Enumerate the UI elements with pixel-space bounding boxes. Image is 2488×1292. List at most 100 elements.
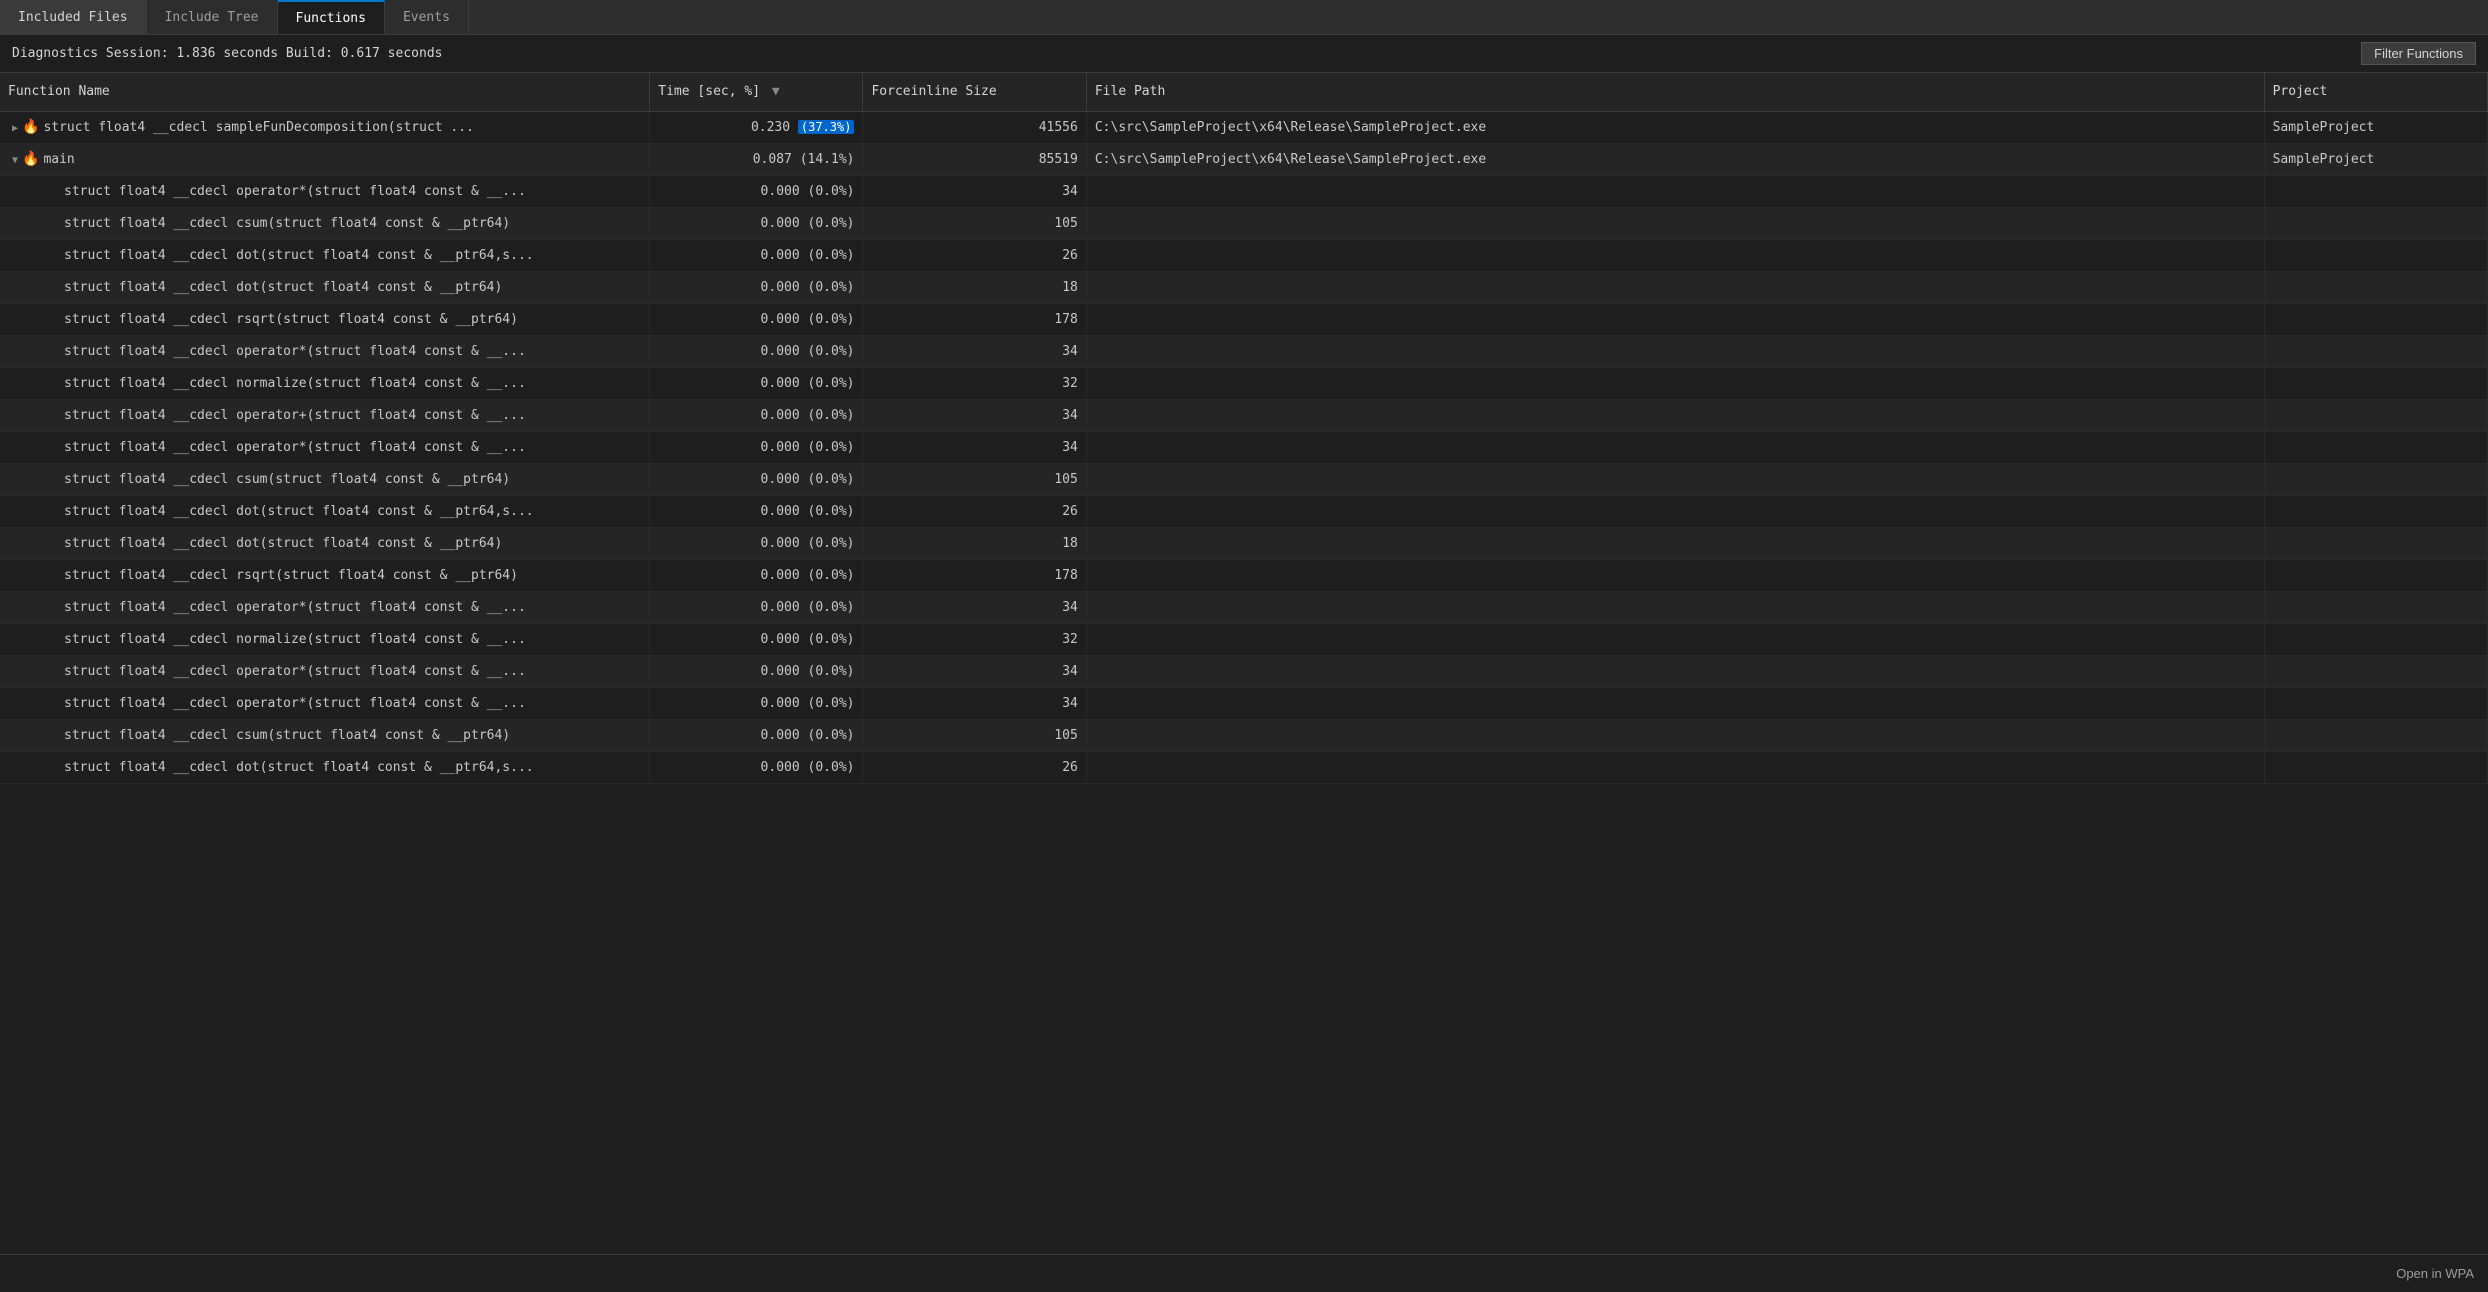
time-value: 0.000: [761, 600, 808, 615]
time-pct: (0.0%): [808, 536, 855, 551]
time-value: 0.000: [761, 216, 808, 231]
cell-name: struct float4 __cdecl rsqrt(struct float…: [0, 559, 650, 591]
table-row[interactable]: struct float4 __cdecl rsqrt(struct float…: [0, 303, 2488, 335]
cell-project: [2264, 591, 2487, 623]
cell-time: 0.000 (0.0%): [650, 495, 863, 527]
cell-project: [2264, 399, 2487, 431]
table-row[interactable]: struct float4 __cdecl operator*(struct f…: [0, 431, 2488, 463]
time-pct: (0.0%): [808, 728, 855, 743]
table-row[interactable]: struct float4 __cdecl csum(struct float4…: [0, 463, 2488, 495]
functions-table: Function Name Time [sec, %] ▼ Forceinlin…: [0, 73, 2488, 784]
function-name: struct float4 __cdecl csum(struct float4…: [64, 472, 510, 487]
time-value: 0.000: [761, 760, 808, 775]
col-header-time[interactable]: Time [sec, %] ▼: [650, 73, 863, 111]
table-header-row: Function Name Time [sec, %] ▼ Forceinlin…: [0, 73, 2488, 111]
cell-time: 0.000 (0.0%): [650, 559, 863, 591]
time-value: 0.000: [761, 408, 808, 423]
cell-name: struct float4 __cdecl dot(struct float4 …: [0, 271, 650, 303]
cell-name: struct float4 __cdecl csum(struct float4…: [0, 207, 650, 239]
cell-project: [2264, 239, 2487, 271]
cell-project: [2264, 175, 2487, 207]
sort-arrow-icon: ▼: [772, 84, 780, 99]
cell-time: 0.000 (0.0%): [650, 591, 863, 623]
function-name: struct float4 __cdecl dot(struct float4 …: [64, 248, 534, 263]
status-bar: Diagnostics Session: 1.836 seconds Build…: [0, 35, 2488, 73]
filter-functions-button[interactable]: Filter Functions: [2361, 42, 2476, 65]
time-value: 0.087: [753, 152, 800, 167]
table-row[interactable]: struct float4 __cdecl dot(struct float4 …: [0, 271, 2488, 303]
cell-time: 0.000 (0.0%): [650, 623, 863, 655]
time-pct: (0.0%): [808, 344, 855, 359]
expand-icon[interactable]: ▼: [8, 155, 22, 166]
expand-icon[interactable]: ▶: [8, 123, 22, 134]
table-row[interactable]: struct float4 __cdecl normalize(struct f…: [0, 367, 2488, 399]
time-value: 0.000: [761, 504, 808, 519]
cell-force: 178: [863, 559, 1086, 591]
cell-name: struct float4 __cdecl operator*(struct f…: [0, 335, 650, 367]
table-row[interactable]: struct float4 __cdecl operator*(struct f…: [0, 591, 2488, 623]
col-header-project: Project: [2264, 73, 2487, 111]
time-pct: (0.0%): [808, 696, 855, 711]
col-header-path: File Path: [1086, 73, 2264, 111]
time-value: 0.000: [761, 536, 808, 551]
cell-force: 105: [863, 463, 1086, 495]
cell-path: [1086, 463, 2264, 495]
cell-project: [2264, 271, 2487, 303]
cell-name: struct float4 __cdecl rsqrt(struct float…: [0, 303, 650, 335]
time-pct: (0.0%): [808, 216, 855, 231]
cell-project: [2264, 623, 2487, 655]
fire-icon: 🔥: [22, 119, 39, 135]
cell-force: 26: [863, 239, 1086, 271]
cell-name: struct float4 __cdecl normalize(struct f…: [0, 623, 650, 655]
tab-events[interactable]: Events: [385, 0, 469, 34]
table-row[interactable]: struct float4 __cdecl csum(struct float4…: [0, 207, 2488, 239]
function-name: struct float4 __cdecl rsqrt(struct float…: [64, 312, 518, 327]
table-row[interactable]: struct float4 __cdecl operator*(struct f…: [0, 335, 2488, 367]
cell-time: 0.000 (0.0%): [650, 335, 863, 367]
time-value: 0.000: [761, 696, 808, 711]
cell-project: [2264, 335, 2487, 367]
cell-force: 18: [863, 271, 1086, 303]
time-pct: (0.0%): [808, 184, 855, 199]
time-pct: (0.0%): [808, 248, 855, 263]
cell-project: [2264, 751, 2487, 783]
table-row[interactable]: struct float4 __cdecl rsqrt(struct float…: [0, 559, 2488, 591]
table-row[interactable]: struct float4 __cdecl operator*(struct f…: [0, 687, 2488, 719]
table-row[interactable]: ▼🔥main0.087 (14.1%)85519C:\src\SamplePro…: [0, 143, 2488, 175]
table-row[interactable]: struct float4 __cdecl dot(struct float4 …: [0, 751, 2488, 783]
cell-name: ▶🔥struct float4 __cdecl sampleFunDecompo…: [0, 111, 650, 143]
tab-include-tree[interactable]: Include Tree: [147, 0, 278, 34]
table-row[interactable]: struct float4 __cdecl operator+(struct f…: [0, 399, 2488, 431]
tab-included-files[interactable]: Included Files: [0, 0, 147, 34]
cell-force: 26: [863, 495, 1086, 527]
time-value: 0.000: [761, 344, 808, 359]
cell-path: [1086, 239, 2264, 271]
cell-name: struct float4 __cdecl dot(struct float4 …: [0, 239, 650, 271]
table-row[interactable]: struct float4 __cdecl dot(struct float4 …: [0, 495, 2488, 527]
table-row[interactable]: ▶🔥struct float4 __cdecl sampleFunDecompo…: [0, 111, 2488, 143]
cell-force: 34: [863, 655, 1086, 687]
cell-force: 32: [863, 623, 1086, 655]
cell-time: 0.000 (0.0%): [650, 687, 863, 719]
cell-path: [1086, 399, 2264, 431]
cell-project: [2264, 303, 2487, 335]
function-name: struct float4 __cdecl operator+(struct f…: [64, 408, 526, 423]
cell-name: struct float4 __cdecl operator*(struct f…: [0, 175, 650, 207]
open-wpa-button[interactable]: Open in WPA: [2396, 1266, 2474, 1281]
cell-name: struct float4 __cdecl csum(struct float4…: [0, 719, 650, 751]
table-row[interactable]: struct float4 __cdecl dot(struct float4 …: [0, 239, 2488, 271]
col-header-force: Forceinline Size: [863, 73, 1086, 111]
cell-time: 0.000 (0.0%): [650, 367, 863, 399]
cell-path: [1086, 687, 2264, 719]
time-pct: (0.0%): [808, 504, 855, 519]
table-row[interactable]: struct float4 __cdecl normalize(struct f…: [0, 623, 2488, 655]
table-row[interactable]: struct float4 __cdecl operator*(struct f…: [0, 175, 2488, 207]
table-row[interactable]: struct float4 __cdecl operator*(struct f…: [0, 655, 2488, 687]
table-row[interactable]: struct float4 __cdecl csum(struct float4…: [0, 719, 2488, 751]
tab-functions[interactable]: Functions: [278, 0, 385, 34]
cell-force: 34: [863, 591, 1086, 623]
time-pct: (0.0%): [808, 632, 855, 647]
cell-path: C:\src\SampleProject\x64\Release\SampleP…: [1086, 111, 2264, 143]
table-row[interactable]: struct float4 __cdecl dot(struct float4 …: [0, 527, 2488, 559]
cell-time: 0.000 (0.0%): [650, 655, 863, 687]
